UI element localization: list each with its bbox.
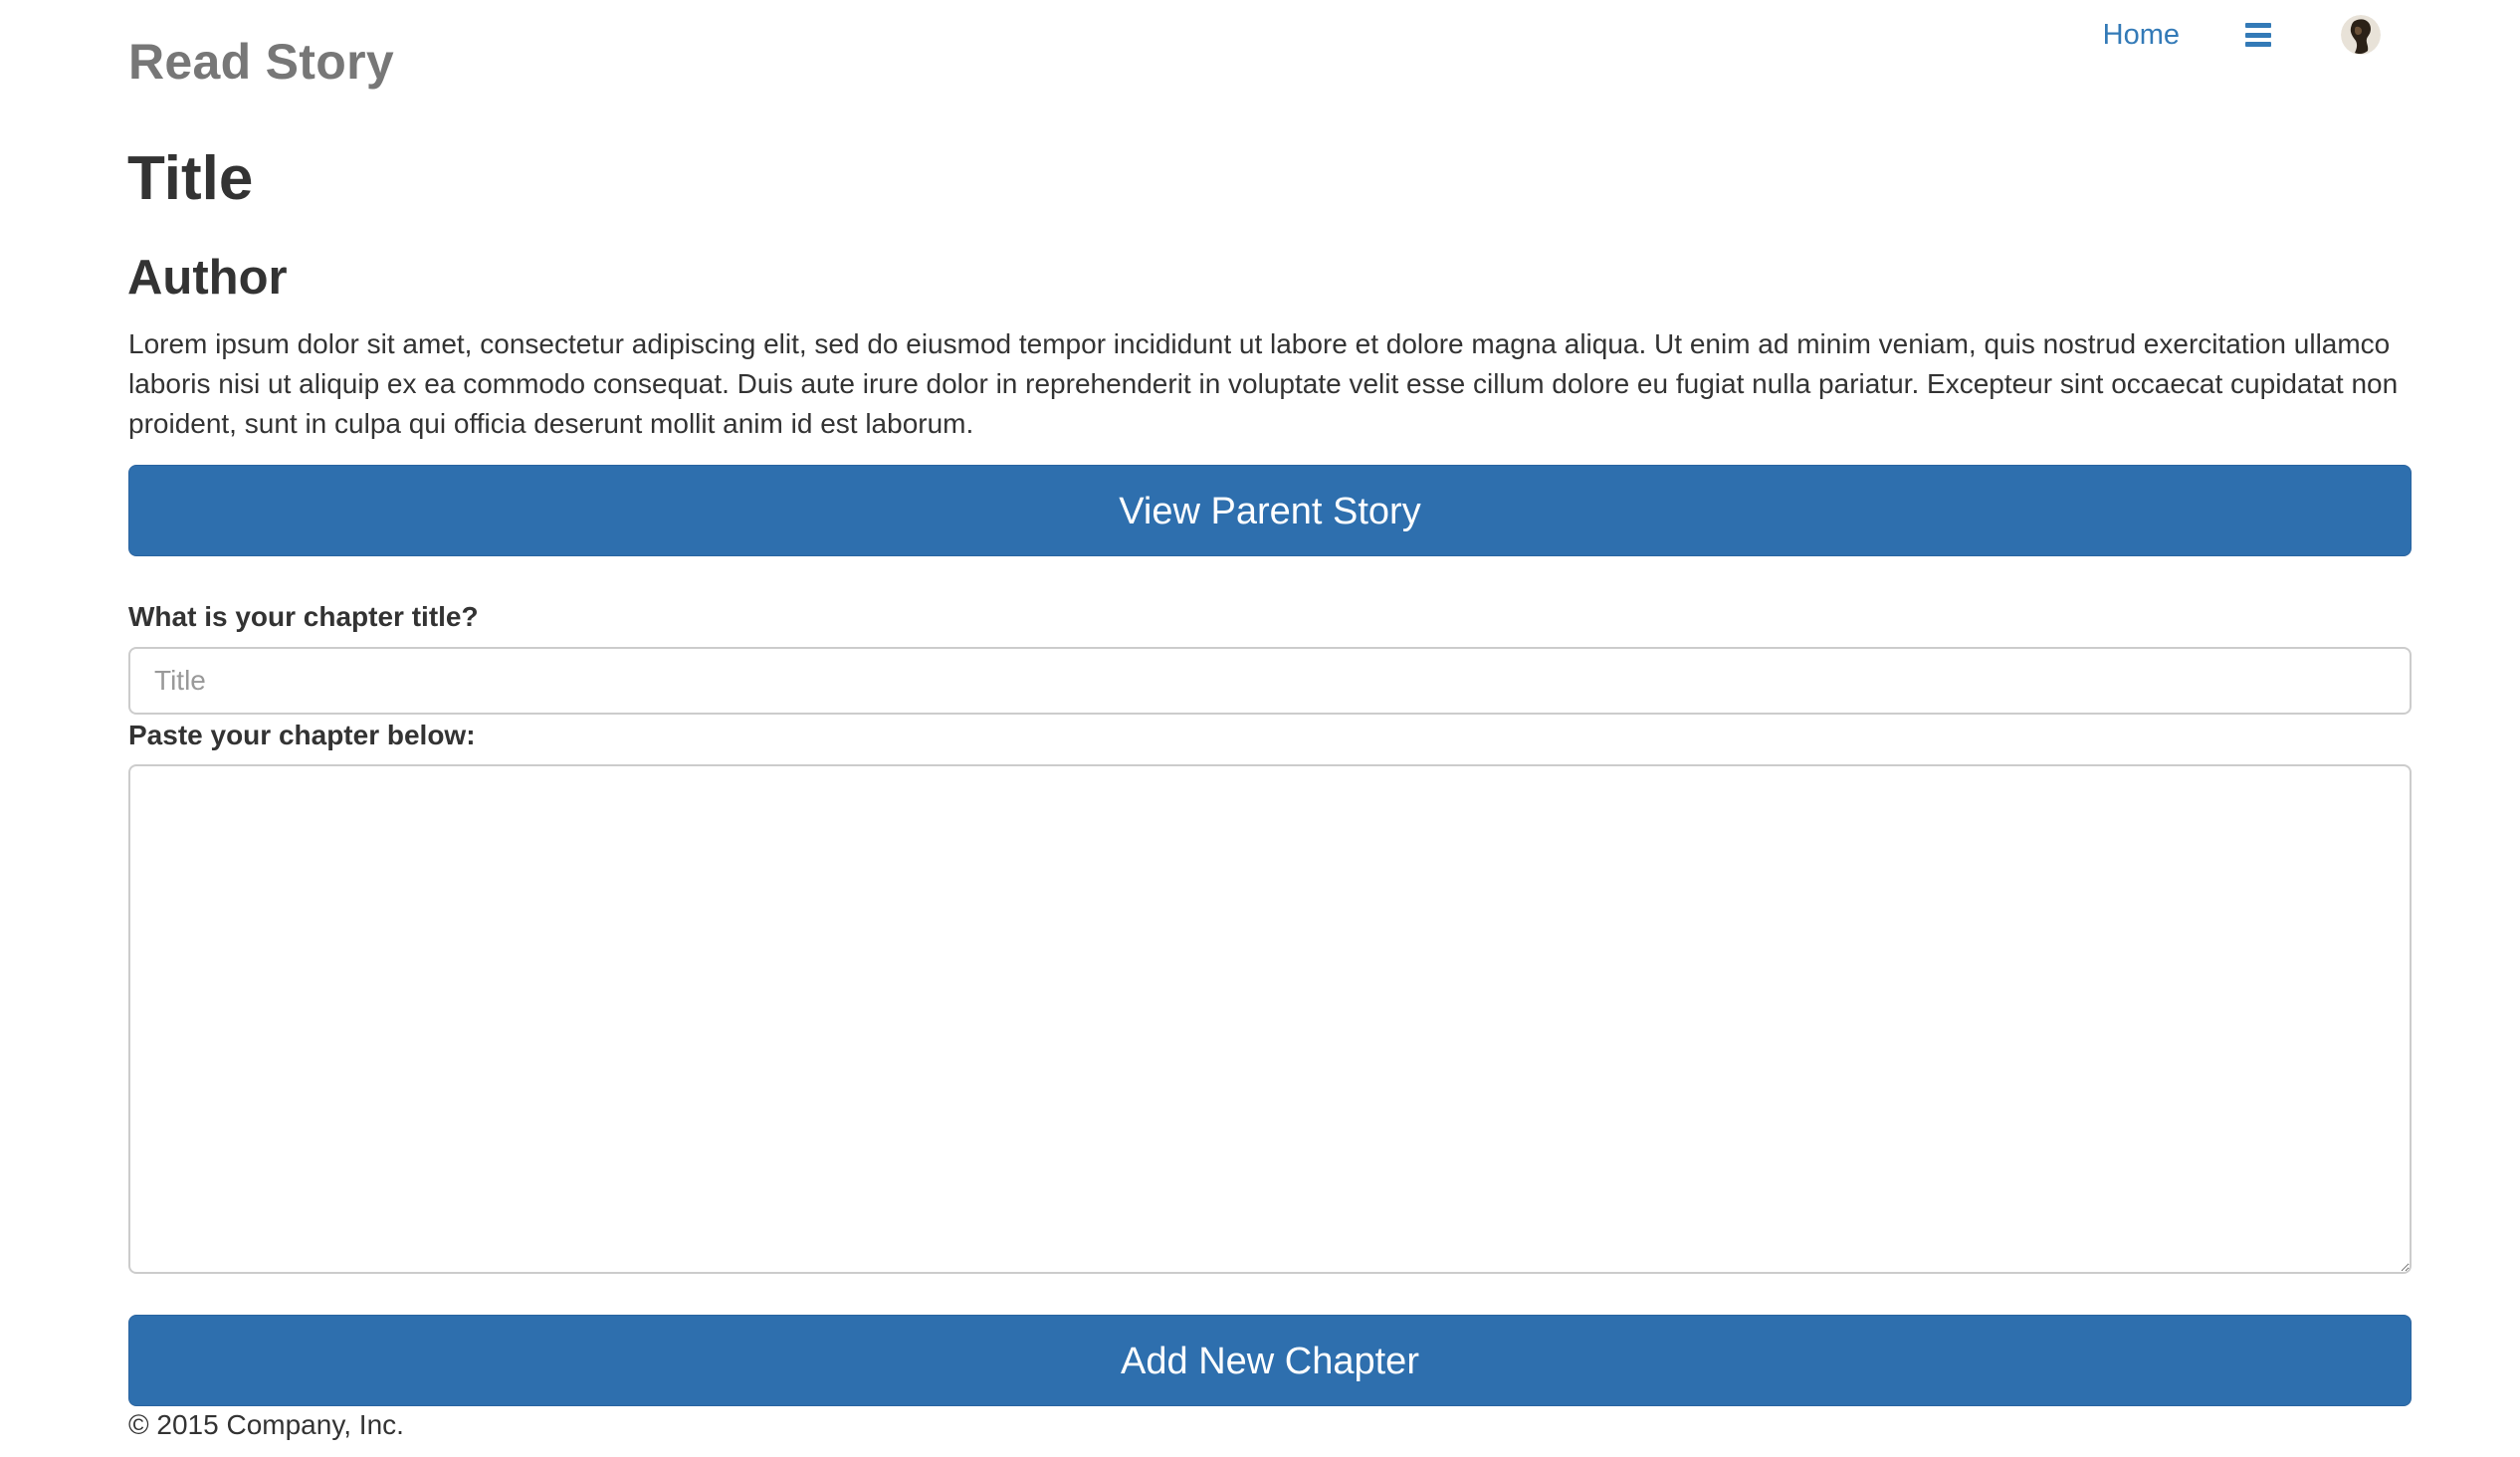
menu-bar [2245, 23, 2271, 28]
avatar-image [2341, 15, 2381, 55]
menu-bar [2245, 32, 2271, 38]
chapter-title-label: What is your chapter title? [128, 601, 479, 632]
menu-bar [2245, 42, 2271, 47]
footer-copyright: © 2015 Company, Inc. [128, 1409, 404, 1440]
top-nav: Home [2103, 8, 2381, 62]
user-avatar[interactable] [2341, 15, 2381, 55]
story-summary: Lorem ipsum dolor sit amet, consectetur … [128, 328, 2399, 439]
page: Read Story Home Title Author Lorem ipsum… [0, 0, 2520, 1457]
add-new-chapter-button[interactable]: Add New Chapter [128, 1315, 2412, 1406]
nav-home-link[interactable]: Home [2103, 8, 2180, 62]
chapter-body-textarea[interactable] [128, 764, 2412, 1274]
chapter-title-input[interactable] [128, 647, 2412, 715]
view-parent-story-button[interactable]: View Parent Story [128, 465, 2412, 556]
brand-link[interactable]: Read Story [128, 30, 394, 94]
story-title: Title [127, 144, 254, 213]
hamburger-menu-icon[interactable] [2245, 23, 2271, 47]
chapter-body-label: Paste your chapter below: [128, 720, 476, 750]
story-author: Author [127, 251, 288, 305]
